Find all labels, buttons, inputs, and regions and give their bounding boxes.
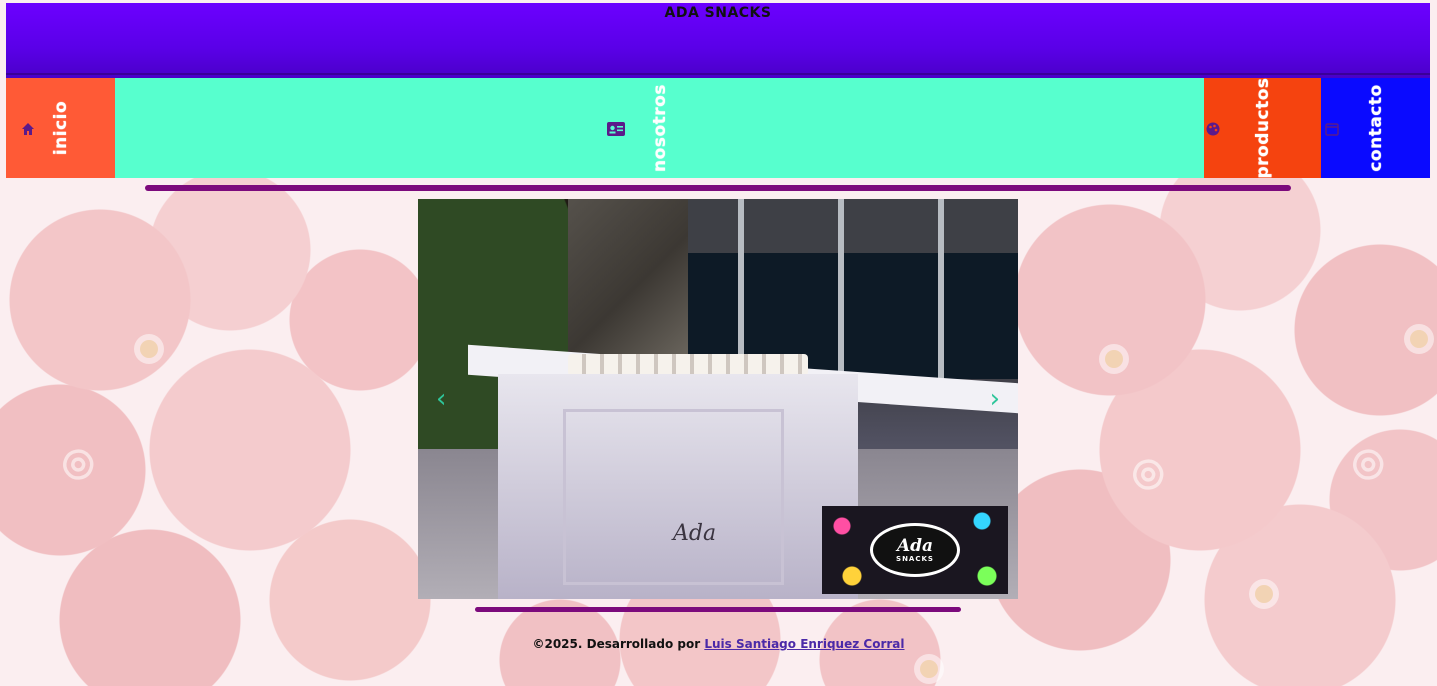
site-footer: ©2025. Desarrollado por Luis Santiago En… [0, 637, 1437, 651]
nav-item-nosotros[interactable]: nosotros [115, 78, 1204, 178]
flower-stamen [140, 340, 158, 358]
carousel-photo-window [678, 199, 1018, 379]
ada-snacks-logo: Ada SNACKS [822, 506, 1008, 594]
home-icon [20, 121, 34, 135]
flower-stamen [1255, 585, 1273, 603]
flower-stamen [1105, 350, 1123, 368]
logo-badge: Ada SNACKS [870, 523, 960, 577]
top-divider [145, 185, 1291, 191]
nav-label-contacto: contacto [1365, 84, 1386, 172]
table-script-text: Ada [673, 521, 717, 546]
flower-stamen [920, 660, 938, 678]
site-header: ADA SNACKS [6, 3, 1430, 78]
palette-icon [1206, 121, 1220, 136]
nav-label-inicio: inicio [50, 100, 71, 156]
author-link[interactable]: Luis Santiago Enriquez Corral [704, 637, 904, 651]
header-divider [6, 73, 1430, 75]
bottom-divider [475, 607, 961, 612]
nav-label-productos: productos [1252, 78, 1273, 178]
main-nav: inicio nosotros productos contacto [6, 78, 1430, 178]
flower-stamen [1410, 330, 1428, 348]
carousel-next-button[interactable]: › [990, 384, 1000, 414]
logo-text: Ada [896, 536, 934, 556]
nav-item-productos[interactable]: productos [1204, 78, 1321, 178]
footer-text: ©2025. Desarrollado por [532, 637, 701, 651]
carousel-photo-cups [568, 354, 808, 376]
watermark-icon: ◎ [1340, 436, 1394, 490]
nav-item-contacto[interactable]: contacto [1321, 78, 1430, 178]
nav-item-inicio[interactable]: inicio [6, 78, 115, 178]
brand-title: ADA SNACKS [664, 5, 772, 21]
logo-subtext: SNACKS [896, 555, 934, 563]
carousel-photo-panel [563, 409, 784, 585]
image-carousel[interactable]: Ada Ada SNACKS ‹ › [418, 199, 1018, 599]
nav-label-nosotros: nosotros [649, 84, 670, 172]
id-card-icon [607, 121, 625, 136]
calendar-icon [1325, 121, 1339, 136]
carousel-prev-button[interactable]: ‹ [436, 384, 446, 414]
watermark-icon: ◎ [1120, 446, 1174, 500]
watermark-icon: ◎ [50, 436, 104, 490]
